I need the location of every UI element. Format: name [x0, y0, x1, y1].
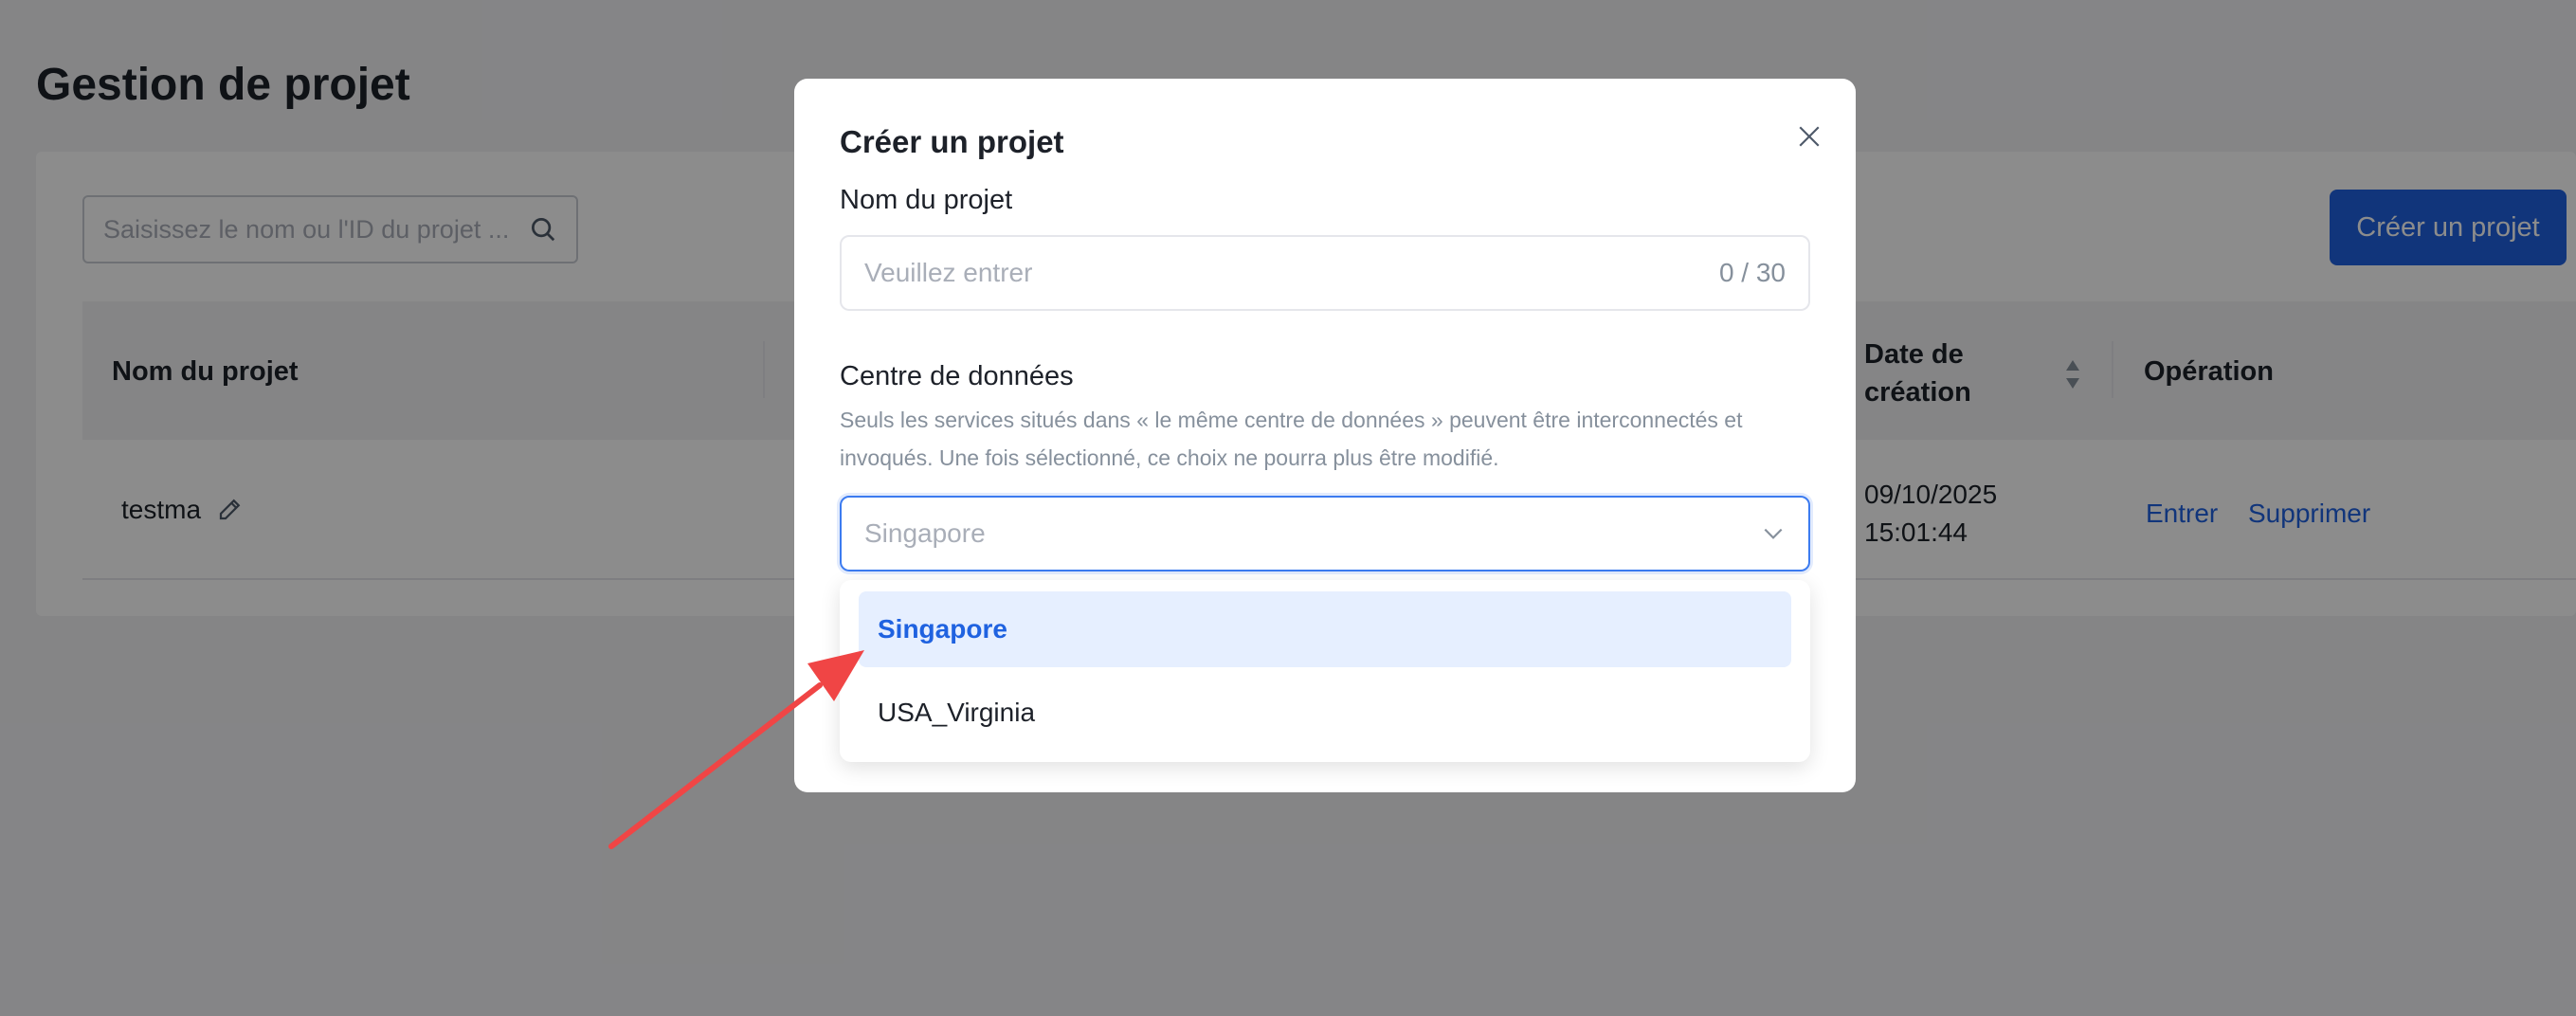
close-icon — [1799, 126, 1820, 147]
datacenter-select[interactable]: Singapore — [840, 496, 1810, 572]
project-name-input[interactable]: Veuillez entrer 0 / 30 — [840, 235, 1810, 311]
datacenter-label: Centre de données — [840, 361, 1074, 391]
project-name-placeholder: Veuillez entrer — [864, 258, 1033, 287]
modal-title: Créer un projet — [840, 124, 1064, 159]
datacenter-dropdown: Singapore USA_Virginia — [840, 580, 1810, 762]
char-counter: 0 / 30 — [1718, 258, 1786, 287]
project-name-label: Nom du projet — [840, 185, 1013, 215]
datacenter-selected-value: Singapore — [864, 518, 986, 548]
close-button[interactable] — [1789, 117, 1829, 156]
datacenter-hint: Seuls les services situés dans « le même… — [840, 408, 1743, 470]
datacenter-option-usa-virginia[interactable]: USA_Virginia — [859, 675, 1791, 751]
datacenter-option-singapore[interactable]: Singapore — [859, 591, 1791, 667]
chevron-down-icon — [1764, 528, 1783, 539]
